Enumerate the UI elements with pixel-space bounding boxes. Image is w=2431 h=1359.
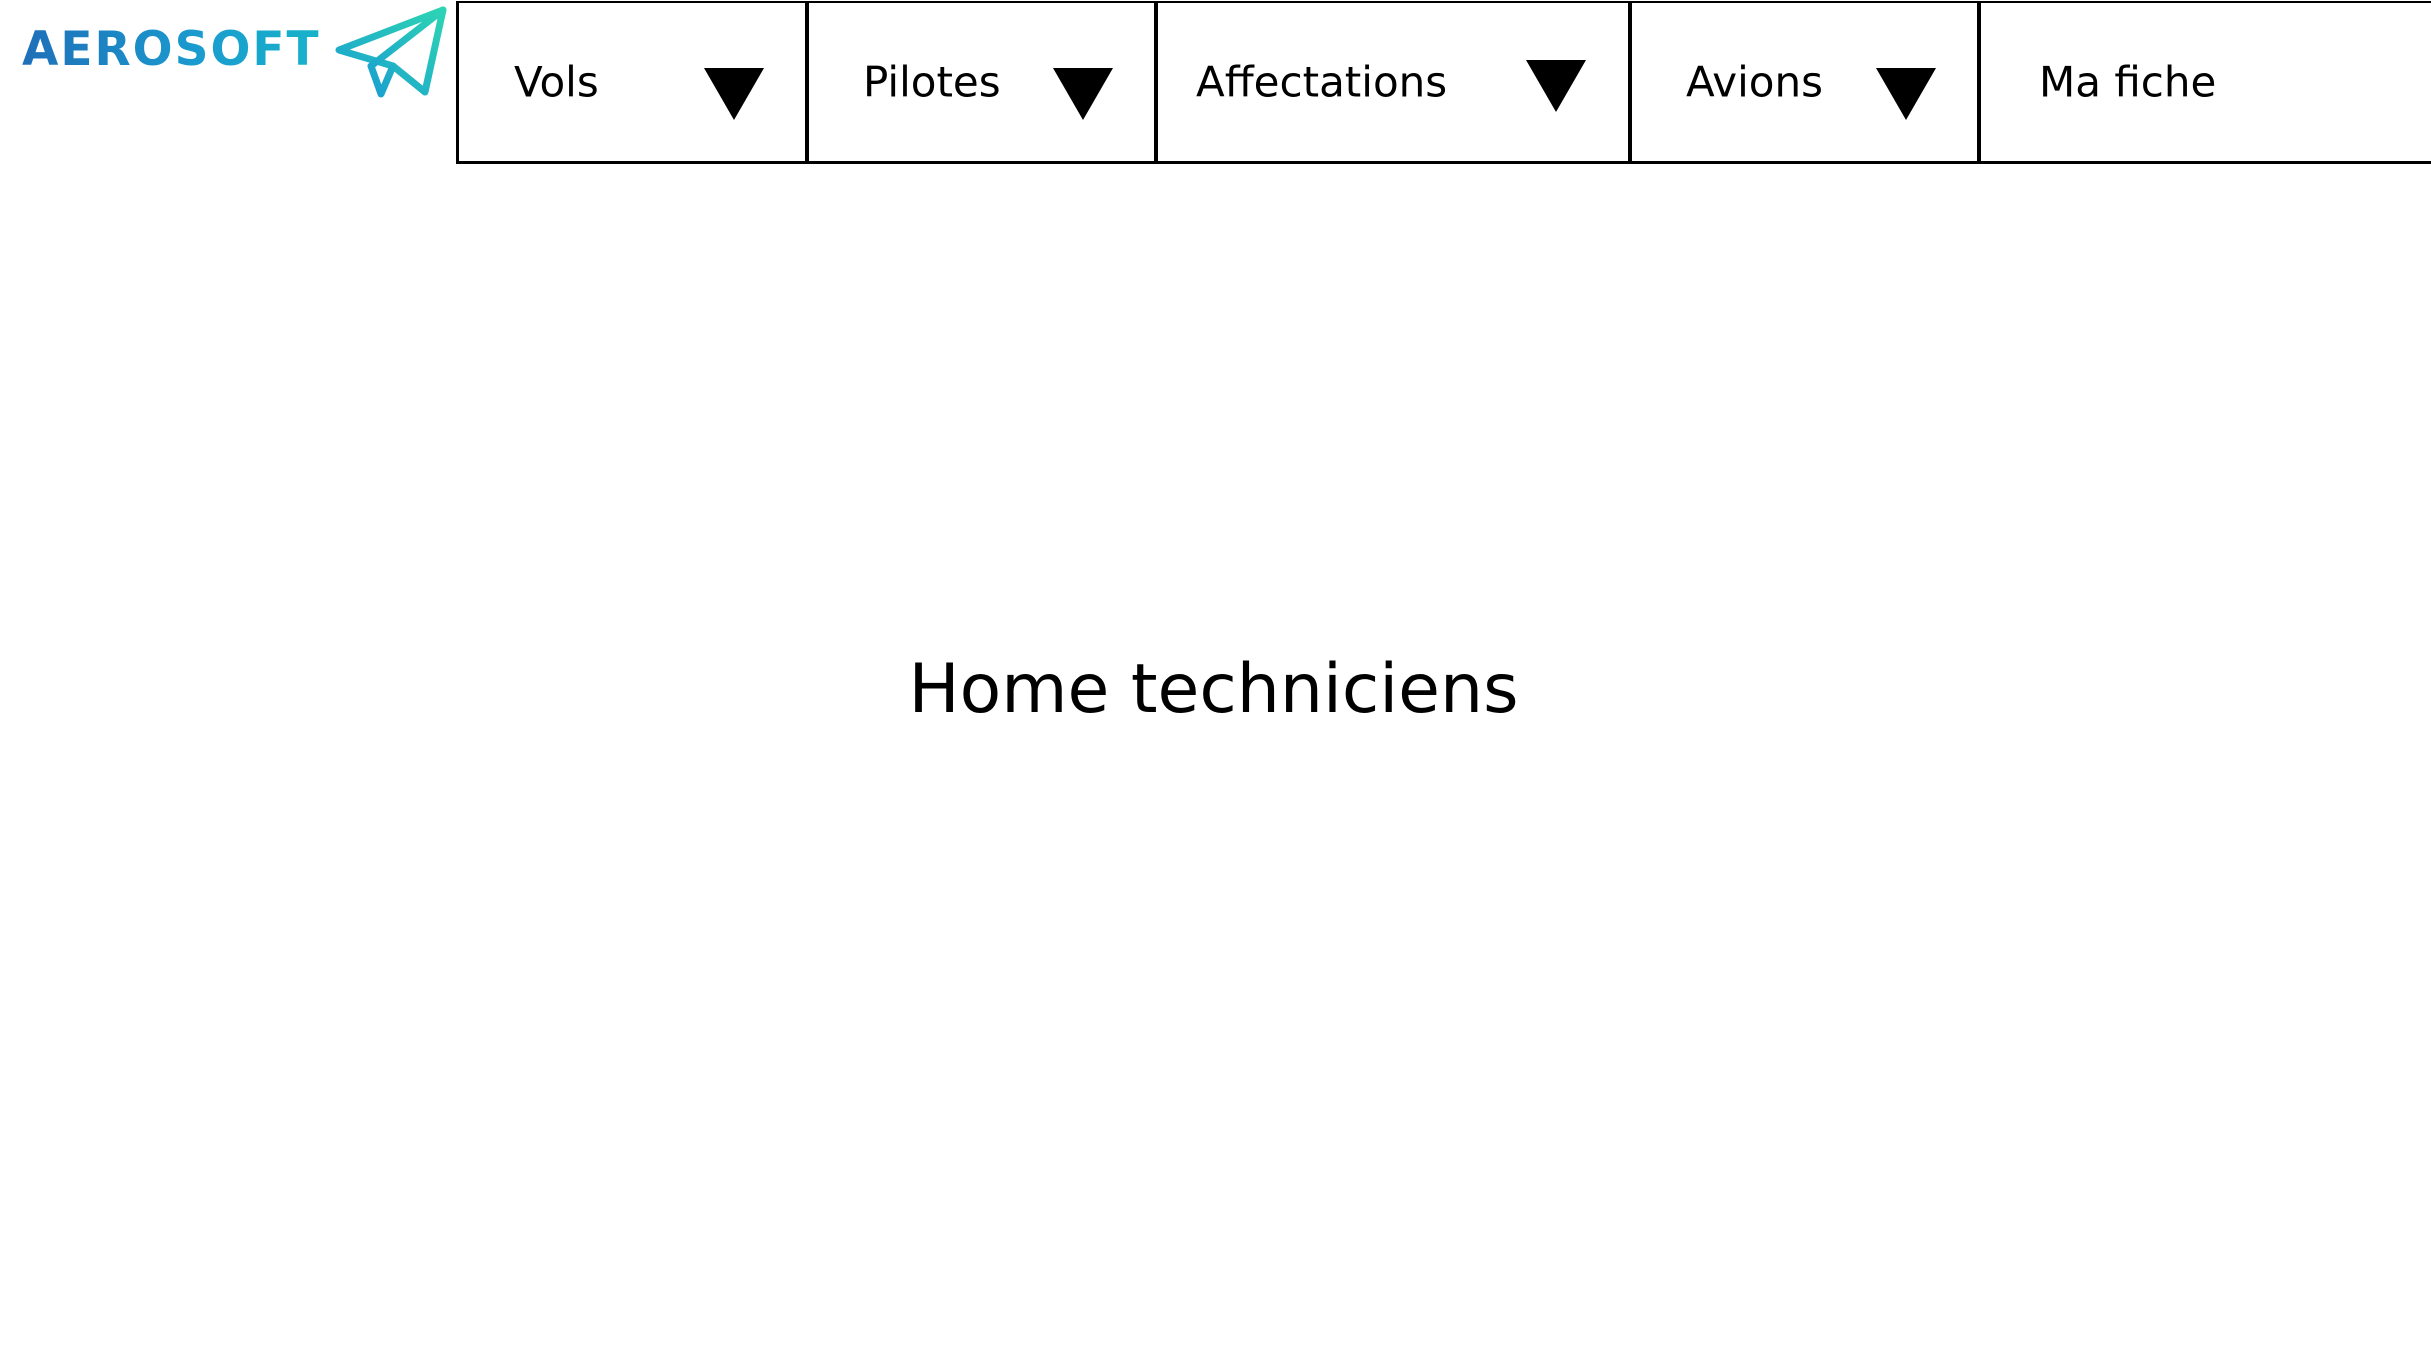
page-title-text: Home techniciens (908, 650, 1519, 729)
paper-plane-icon (335, 6, 447, 98)
caret-down-icon (1053, 68, 1113, 120)
main-nav: Vols Pilotes Affectations Avions Ma fich… (456, 1, 2431, 164)
nav-item-ma-fiche[interactable]: Ma fiche (1981, 3, 2431, 161)
nav-item-affectations[interactable]: Affectations (1158, 3, 1632, 161)
nav-label-avions: Avions (1686, 57, 1823, 107)
nav-label-ma-fiche: Ma fiche (2039, 57, 2217, 107)
caret-down-icon (1526, 60, 1586, 112)
caret-down-icon (704, 68, 764, 120)
page-title: Home techniciens (0, 650, 2431, 729)
caret-down-icon (1876, 68, 1936, 120)
nav-label-vols: Vols (514, 57, 599, 107)
nav-item-vols[interactable]: Vols (459, 3, 809, 161)
brand-logo[interactable]: AEROSOFT (18, 0, 447, 110)
nav-label-affectations: Affectations (1196, 57, 1448, 107)
nav-item-avions[interactable]: Avions (1632, 3, 1981, 161)
brand-name: AEROSOFT (22, 22, 321, 77)
nav-item-pilotes[interactable]: Pilotes (809, 3, 1158, 161)
nav-label-pilotes: Pilotes (863, 57, 1001, 107)
